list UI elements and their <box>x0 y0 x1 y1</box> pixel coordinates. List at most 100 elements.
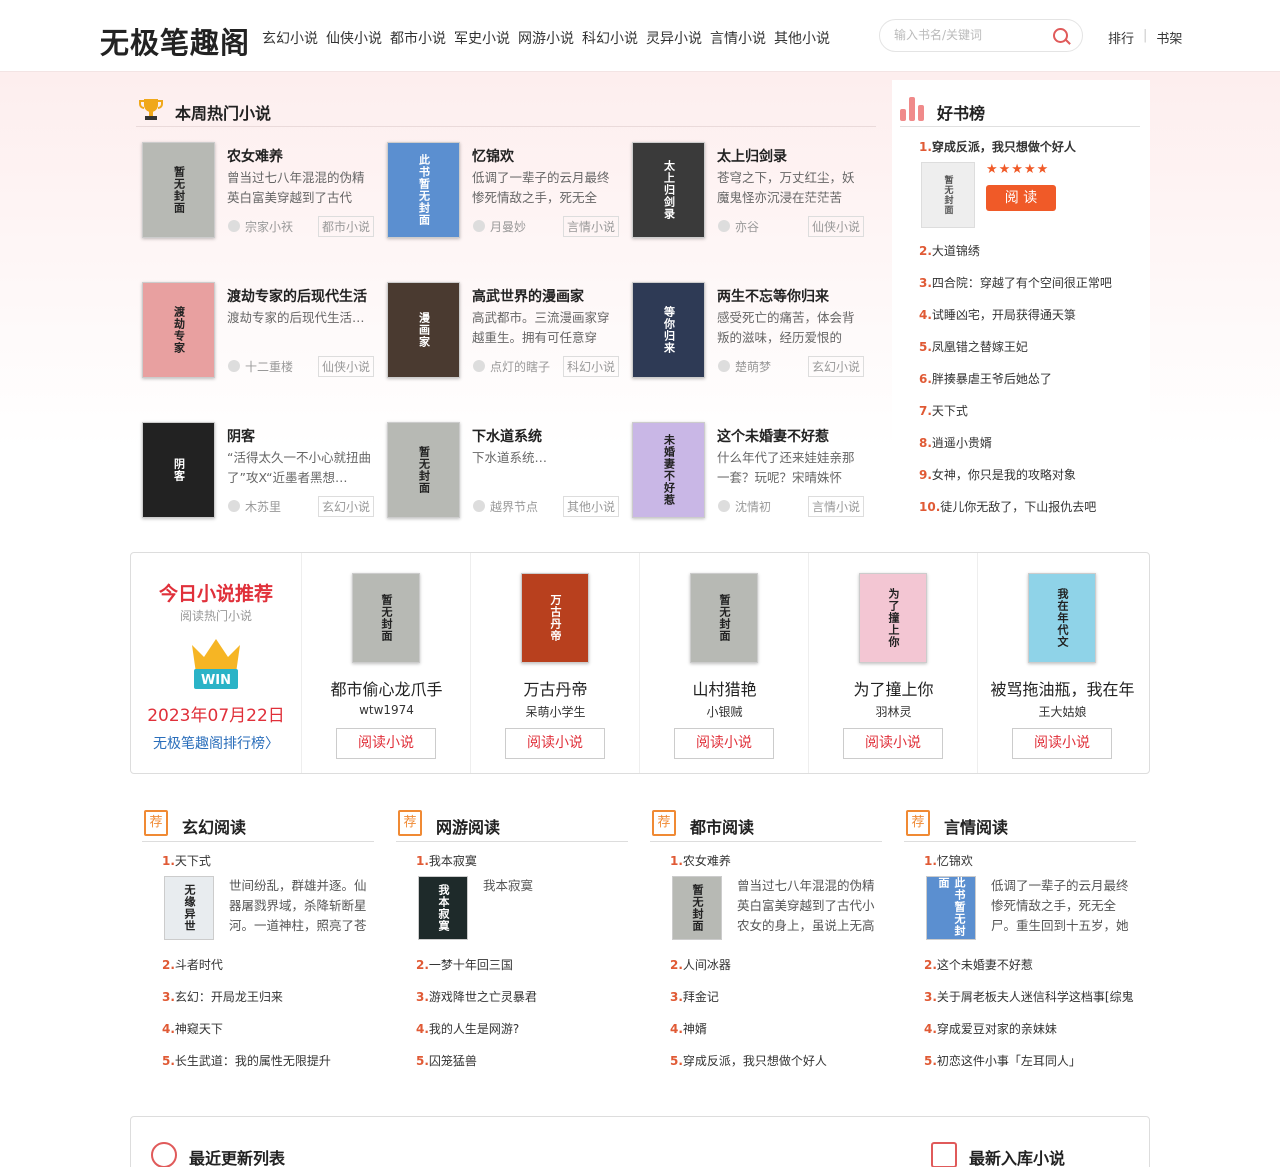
book-title[interactable]: 渡劫专家的后现代生活 <box>227 286 367 306</box>
book-card[interactable]: 暂无封面 下水道系统 下水道系统… 越界节点 其他小说 <box>377 422 620 532</box>
nav-lingyi[interactable]: 灵异小说 <box>646 28 702 48</box>
list-item[interactable]: 3.拜金记 <box>670 988 719 1005</box>
book-title[interactable]: 都市偷心龙爪手 <box>302 676 471 700</box>
read-novel-button[interactable]: 阅读小说 <box>843 728 943 759</box>
book-cover[interactable]: 暂无封面 <box>672 876 722 940</box>
list-item[interactable]: 4.神婿 <box>670 1020 707 1037</box>
book-cover[interactable]: 未婚妻不好惹 <box>632 422 705 518</box>
rank-item[interactable]: 4.试睡凶宅，开局获得通天箓 <box>919 306 1076 323</box>
category-tag[interactable]: 玄幻小说 <box>808 356 865 377</box>
read-novel-button[interactable]: 阅读小说 <box>505 728 605 759</box>
book-cover[interactable]: 为了撞上你 <box>859 573 927 663</box>
book-card[interactable]: 此书暂无封面忆锦欢低调了一辈子的云月最终惨死情敌之手，死无全尸… 月曼妙 言情小说 <box>377 142 620 252</box>
list-item[interactable]: 5.初恋这件小事「左耳同人」 <box>924 1052 1081 1069</box>
category-tag[interactable]: 仙侠小说 <box>808 216 865 237</box>
category-title[interactable]: 言情阅读 <box>944 814 1008 838</box>
book-title[interactable]: 太上归剑录 <box>717 146 787 166</box>
list-item[interactable]: 1.天下式 <box>162 852 211 869</box>
rank-item[interactable]: 8.逍遥小贵婿 <box>919 434 992 451</box>
book-cover[interactable]: 我本寂寞 <box>418 876 468 940</box>
list-item[interactable]: 2.人间冰器 <box>670 956 731 973</box>
book-cover[interactable]: 此书暂无封面 <box>926 876 976 940</box>
list-item[interactable]: 4.我的人生是网游? <box>416 1020 519 1037</box>
category-tag[interactable]: 科幻小说 <box>563 356 620 377</box>
bookshelf-link[interactable]: 书架 <box>1156 28 1182 47</box>
book-title[interactable]: 山村猎艳 <box>640 676 809 700</box>
list-item[interactable]: 3.游戏降世之亡灵暴君 <box>416 988 537 1005</box>
list-item[interactable]: 3.玄幻：开局龙王归来 <box>162 988 283 1005</box>
list-item[interactable]: 4.神窥天下 <box>162 1020 223 1037</box>
book-card[interactable]: 太上归剑录太上归剑录苍穹之下，万丈红尘，妖魔鬼怪亦沉浸在茫茫苦海… 亦谷 仙侠小说 <box>622 142 865 252</box>
category-tag[interactable]: 仙侠小说 <box>318 356 375 377</box>
book-title[interactable]: 忆锦欢 <box>472 146 514 166</box>
book-card[interactable]: 阴客 阴客 “活得太久一不小心就扭曲了”攻X“近墨者黑想… 木苏里 玄幻小说 <box>132 422 375 532</box>
category-tag[interactable]: 都市小说 <box>318 216 375 237</box>
book-card[interactable]: 未婚妻不好惹这个未婚妻不好惹什么年代了还来娃娃亲那一套？玩呢？宋晴姝怀着… 沈情初… <box>622 422 865 532</box>
book-card[interactable]: 渡劫专家 渡劫专家的后现代生活 渡劫专家的后现代生活… 十二重楼 仙侠小说 <box>132 282 375 392</box>
category-title[interactable]: 玄幻阅读 <box>182 814 246 838</box>
read-button[interactable]: 阅 读 <box>986 185 1056 211</box>
book-cover[interactable]: 此书暂无封面 <box>387 142 460 238</box>
rank-item[interactable]: 3.四合院：穿越了有个空间很正常吧 <box>919 274 1112 291</box>
list-item[interactable]: 1.我本寂寞 <box>416 852 477 869</box>
rank-item[interactable]: 2.大道锦绣 <box>919 242 980 259</box>
book-card[interactable]: 等你归来两生不忘等你归来感受死亡的痛苦，体会背叛的滋味，经历爱恨的折… 楚萌梦 玄幻… <box>622 282 865 392</box>
book-title[interactable]: 农女难养 <box>227 146 283 166</box>
book-cover[interactable]: 无缘异世 <box>164 876 214 940</box>
book-cover[interactable]: 我在年代文 <box>1028 573 1096 663</box>
book-title[interactable]: 高武世界的漫画家 <box>472 286 584 306</box>
category-tag[interactable]: 言情小说 <box>808 496 865 517</box>
rank-item[interactable]: 10.徒儿你无敌了，下山报仇去吧 <box>919 498 1096 515</box>
list-item[interactable]: 2.一梦十年回三国 <box>416 956 513 973</box>
site-logo[interactable]: 无极笔趣阁 <box>100 20 250 62</box>
book-title[interactable]: 万古丹帝 <box>471 676 640 700</box>
book-card[interactable]: 漫画家高武世界的漫画家高武都市。三流漫画家穿越重生。拥有可任意穿梭… 点灯的瞎子科… <box>377 282 620 392</box>
list-item[interactable]: 5.囚笼猛兽 <box>416 1052 477 1069</box>
nav-dushi[interactable]: 都市小说 <box>390 28 446 48</box>
list-item[interactable]: 2.这个未婚妻不好惹 <box>924 956 1033 973</box>
nav-xianxia[interactable]: 仙侠小说 <box>326 28 382 48</box>
category-tag[interactable]: 其他小说 <box>563 496 620 517</box>
rank-link[interactable]: 排行 <box>1108 28 1134 47</box>
list-item[interactable]: 3.关于屑老板夫人迷信科学这档事[综鬼 <box>924 988 1134 1005</box>
rank-item[interactable]: 7.天下式 <box>919 402 968 419</box>
book-cover[interactable]: 阴客 <box>142 422 215 518</box>
list-item[interactable]: 5.长生武道：我的属性无限提升 <box>162 1052 331 1069</box>
list-item[interactable]: 1.忆锦欢 <box>924 852 973 869</box>
book-cover[interactable]: 暂无封面 <box>387 422 460 518</box>
nav-xuanhuan[interactable]: 玄幻小说 <box>262 28 318 48</box>
rank-item[interactable]: 1.穿成反派，我只想做个好人 <box>919 138 1076 155</box>
category-title[interactable]: 都市阅读 <box>690 814 754 838</box>
book-cover[interactable]: 暂无封面 <box>352 573 420 663</box>
book-cover[interactable]: 等你归来 <box>632 282 705 378</box>
nav-yanqing[interactable]: 言情小说 <box>710 28 766 48</box>
book-card[interactable]: 暂无封面农女难养曾当过七八年混混的伪精英白富美穿越到了古代小… 宗家小祆 都市小说 <box>132 142 375 252</box>
rank-item[interactable]: 9.女神，你只是我的攻略对象 <box>919 466 1076 483</box>
book-cover[interactable]: 漫画家 <box>387 282 460 378</box>
book-title[interactable]: 为了撞上你 <box>809 676 978 700</box>
list-item[interactable]: 1.农女难养 <box>670 852 731 869</box>
search-icon[interactable] <box>1053 28 1068 43</box>
book-cover[interactable]: 万古丹帝 <box>521 573 589 663</box>
list-item[interactable]: 2.斗者时代 <box>162 956 223 973</box>
nav-wangyou[interactable]: 网游小说 <box>518 28 574 48</box>
book-title[interactable]: 两生不忘等你归来 <box>717 286 829 306</box>
rank-item[interactable]: 6.胖揍暴虐王爷后她怂了 <box>919 370 1052 387</box>
book-cover[interactable]: 渡劫专家 <box>142 282 215 378</box>
search-input[interactable] <box>894 28 1044 42</box>
book-title[interactable]: 阴客 <box>227 426 255 446</box>
book-title[interactable]: 被骂拖油瓶，我在年 <box>978 676 1147 700</box>
book-title[interactable]: 这个未婚妻不好惹 <box>717 426 829 446</box>
rank-item[interactable]: 5.凤凰错之替嫁王妃 <box>919 338 1028 355</box>
nav-junshi[interactable]: 军史小说 <box>454 28 510 48</box>
category-tag[interactable]: 玄幻小说 <box>318 496 375 517</box>
category-tag[interactable]: 言情小说 <box>563 216 620 237</box>
rank-top-cover[interactable]: 暂无封面 <box>921 162 975 228</box>
read-novel-button[interactable]: 阅读小说 <box>674 728 774 759</box>
book-cover[interactable]: 暂无封面 <box>690 573 758 663</box>
nav-kehuan[interactable]: 科幻小说 <box>582 28 638 48</box>
read-novel-button[interactable]: 阅读小说 <box>1012 728 1112 759</box>
nav-qita[interactable]: 其他小说 <box>774 28 830 48</box>
list-item[interactable]: 4.穿成爱豆对家的亲妹妹 <box>924 1020 1057 1037</box>
ranking-link[interactable]: 无极笔趣阁排行榜〉 <box>131 733 301 753</box>
